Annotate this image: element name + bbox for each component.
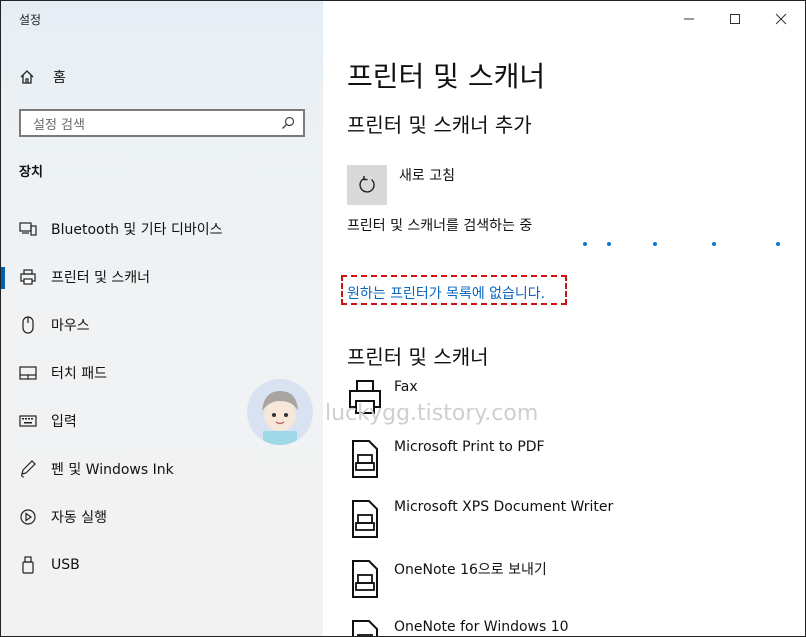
- printer-icon: [19, 268, 37, 286]
- sidebar-item-usb[interactable]: USB: [1, 541, 323, 589]
- sidebar-item-label: Bluetooth 및 기타 디바이스: [51, 222, 223, 238]
- printer-not-listed-link[interactable]: 원하는 프린터가 목록에 없습니다.: [347, 283, 545, 303]
- mouse-icon: [19, 316, 37, 334]
- sidebar-item-label: 입력: [51, 414, 77, 430]
- progress-dot: [776, 242, 780, 246]
- sidebar-item-label: 펜 및 Windows Ink: [51, 462, 174, 478]
- settings-window: 설정 홈 설정 검색 장치 Bluetooth 및 기타 디바이스 프린터 및 …: [0, 0, 806, 637]
- sidebar-item-pen[interactable]: 펜 및 Windows Ink: [1, 445, 323, 493]
- sidebar-item-autoplay[interactable]: 자동 실행: [1, 493, 323, 541]
- watermark-avatar: [247, 379, 313, 445]
- sidebar-item-label: 터치 패드: [51, 366, 107, 382]
- search-box[interactable]: 설정 검색: [19, 109, 305, 137]
- sidebar-item-printers[interactable]: 프린터 및 스캐너: [1, 253, 323, 301]
- touchpad-icon: [19, 364, 37, 382]
- watermark-text: luckygg.tistory.com: [325, 401, 539, 426]
- document-printer-icon: [352, 440, 378, 478]
- maximize-icon: [730, 14, 740, 24]
- close-icon: [775, 13, 787, 25]
- printer-item[interactable]: Microsoft Print to PDF: [347, 439, 787, 487]
- pen-icon: [19, 460, 37, 478]
- printer-item[interactable]: OneNote for Windows 10: [347, 619, 787, 636]
- printer-name: OneNote for Windows 10: [394, 619, 569, 635]
- close-button[interactable]: [771, 9, 791, 29]
- document-printer-icon: [352, 560, 378, 598]
- printer-list-title: 프린터 및 스캐너: [347, 345, 489, 369]
- printer-name: OneNote 16으로 보내기: [394, 562, 547, 578]
- progress-dot: [712, 242, 716, 246]
- home-nav[interactable]: 홈: [19, 65, 66, 89]
- autoplay-icon: [19, 508, 37, 526]
- printer-name: Microsoft XPS Document Writer: [394, 499, 614, 515]
- sidebar-item-label: 마우스: [51, 318, 90, 334]
- usb-icon: [19, 556, 37, 574]
- sidebar-item-label: 자동 실행: [51, 510, 107, 526]
- maximize-button[interactable]: [725, 9, 745, 29]
- printer-name: Microsoft Print to PDF: [394, 439, 545, 455]
- refresh-icon: [359, 176, 375, 193]
- printer-item[interactable]: OneNote 16으로 보내기: [347, 559, 787, 607]
- section-heading: 장치: [19, 165, 43, 180]
- searching-status: 프린터 및 스캐너를 검색하는 중: [347, 218, 533, 234]
- printer-item[interactable]: Microsoft XPS Document Writer: [347, 499, 787, 547]
- refresh-button[interactable]: [347, 165, 387, 205]
- progress-dot: [607, 242, 611, 246]
- bluetooth-devices-icon: [19, 220, 37, 238]
- window-title: 설정: [19, 13, 42, 27]
- home-label: 홈: [53, 70, 66, 86]
- search-input[interactable]: 설정 검색: [33, 114, 85, 133]
- search-icon[interactable]: [281, 116, 295, 130]
- sidebar-item-label: USB: [51, 557, 80, 573]
- sidebar-item-mouse[interactable]: 마우스: [1, 301, 323, 349]
- progress-dot: [653, 242, 657, 246]
- refresh-label[interactable]: 새로 고침: [399, 165, 455, 185]
- minimize-icon: [684, 18, 694, 20]
- printer-name: Fax: [394, 379, 418, 395]
- document-printer-icon: [352, 620, 378, 636]
- keyboard-icon: [19, 412, 37, 430]
- page-title: 프린터 및 스캐너: [347, 60, 546, 93]
- progress-dot: [583, 242, 587, 246]
- document-printer-icon: [352, 500, 378, 538]
- add-section-title: 프린터 및 스캐너 추가: [347, 113, 532, 137]
- sidebar: 설정 홈 설정 검색 장치 Bluetooth 및 기타 디바이스 프린터 및 …: [1, 1, 323, 636]
- minimize-button[interactable]: [679, 9, 699, 29]
- home-icon: [20, 70, 34, 84]
- sidebar-item-label: 프린터 및 스캐너: [51, 270, 151, 286]
- sidebar-item-bluetooth[interactable]: Bluetooth 및 기타 디바이스: [1, 205, 323, 253]
